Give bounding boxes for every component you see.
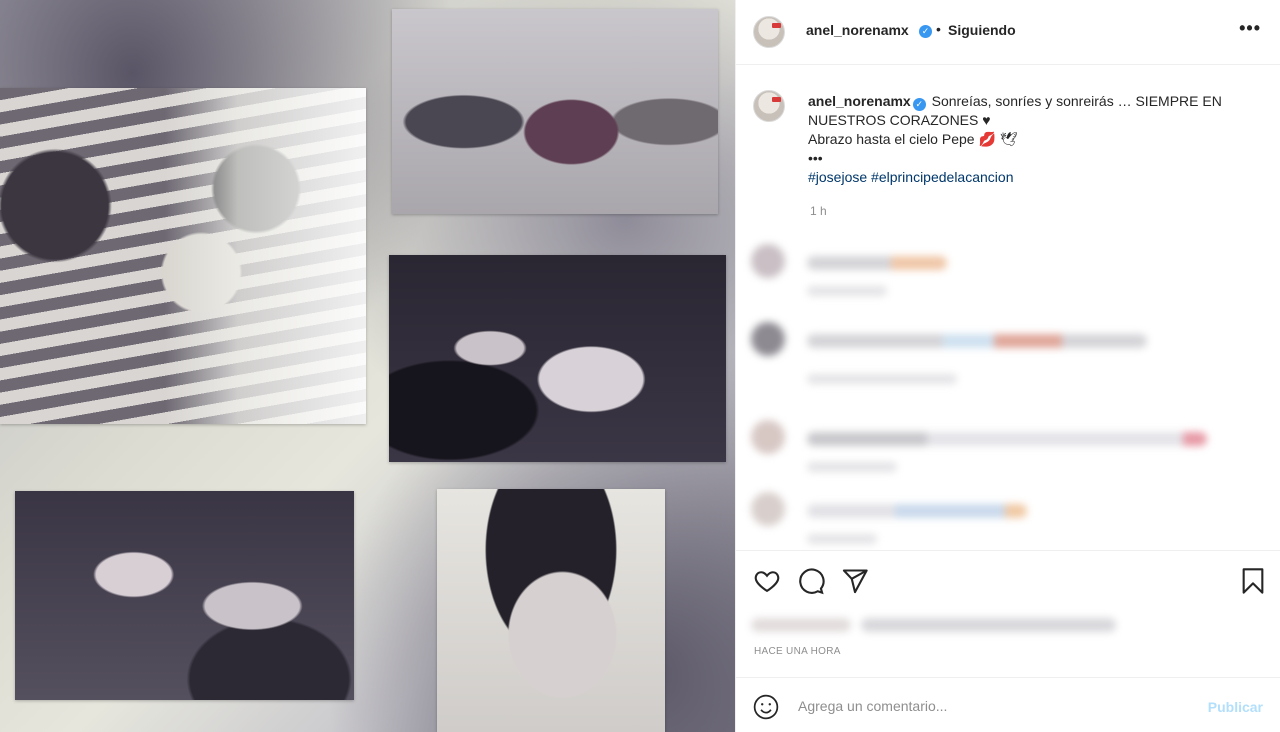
caption-verified-icon: ✓ (912, 98, 926, 111)
caption-text: anel_norenamx ✓ Sonreías, sonríes y sonre… (808, 92, 1248, 187)
heart-icon[interactable] (753, 567, 781, 595)
likes-summary-blurred (751, 614, 1121, 636)
post-header: anel_norenamx ✓ • Siguiendo ••• (736, 0, 1280, 65)
comment-input[interactable] (798, 695, 1178, 717)
collage-photo-couple-portrait (15, 491, 354, 700)
comment-meta-blurred (807, 462, 897, 472)
comment-text-blurred (807, 256, 947, 270)
list-item (751, 242, 1266, 302)
post-panel: anel_norenamx ✓ • Siguiendo ••• anel_nor… (735, 0, 1280, 732)
caption-hashtags[interactable]: #josejose #elprincipedelacancion (808, 169, 1013, 185)
emoji-icon[interactable] (753, 694, 779, 720)
publish-button[interactable]: Publicar (1208, 699, 1263, 715)
post-timestamp[interactable]: HACE UNA HORA (754, 646, 841, 657)
caption-avatar[interactable] (753, 90, 785, 122)
collage-photo-family (0, 88, 366, 424)
header-username[interactable]: anel_norenamx (806, 22, 909, 38)
action-bar (736, 550, 1280, 610)
bookmark-icon[interactable] (1239, 567, 1267, 595)
list-item (751, 320, 1266, 384)
comment-meta-blurred (807, 374, 957, 384)
list-item (751, 418, 1266, 478)
comment-avatar (751, 492, 785, 526)
comment-meta-blurred (807, 286, 887, 296)
post-photo[interactable] (0, 0, 735, 732)
comment-icon[interactable] (797, 567, 825, 595)
list-item (751, 490, 1266, 550)
avatar[interactable] (753, 16, 785, 48)
follow-status-button[interactable]: Siguiendo (948, 22, 1016, 38)
likes-avatars-blurred (751, 618, 851, 632)
collage-photo-couple-event (389, 255, 726, 462)
more-options-icon[interactable]: ••• (1239, 18, 1261, 39)
share-icon[interactable] (841, 567, 869, 595)
comment-avatar (751, 322, 785, 356)
comment-meta-blurred (807, 534, 877, 544)
comments-list-blurred (736, 228, 1280, 550)
collage-photo-group (392, 9, 718, 214)
caption-line-2: Abrazo hasta el cielo Pepe 💋 🕊 (808, 131, 1018, 147)
comment-text-blurred (807, 504, 1027, 518)
caption-timestamp[interactable]: 1 h (810, 204, 827, 218)
comment-avatar (751, 244, 785, 278)
comment-text-blurred (807, 334, 1147, 348)
collage-photo-portrait (437, 489, 665, 732)
comment-text-blurred (807, 432, 1207, 446)
comment-avatar (751, 420, 785, 454)
add-comment-bar: Publicar (736, 677, 1280, 732)
caption-expand[interactable]: ••• (808, 150, 823, 166)
verified-badge-icon: ✓ (919, 25, 932, 38)
caption-username[interactable]: anel_norenamx (808, 93, 911, 109)
likes-text-blurred (861, 618, 1116, 632)
separator-dot: • (936, 21, 941, 37)
